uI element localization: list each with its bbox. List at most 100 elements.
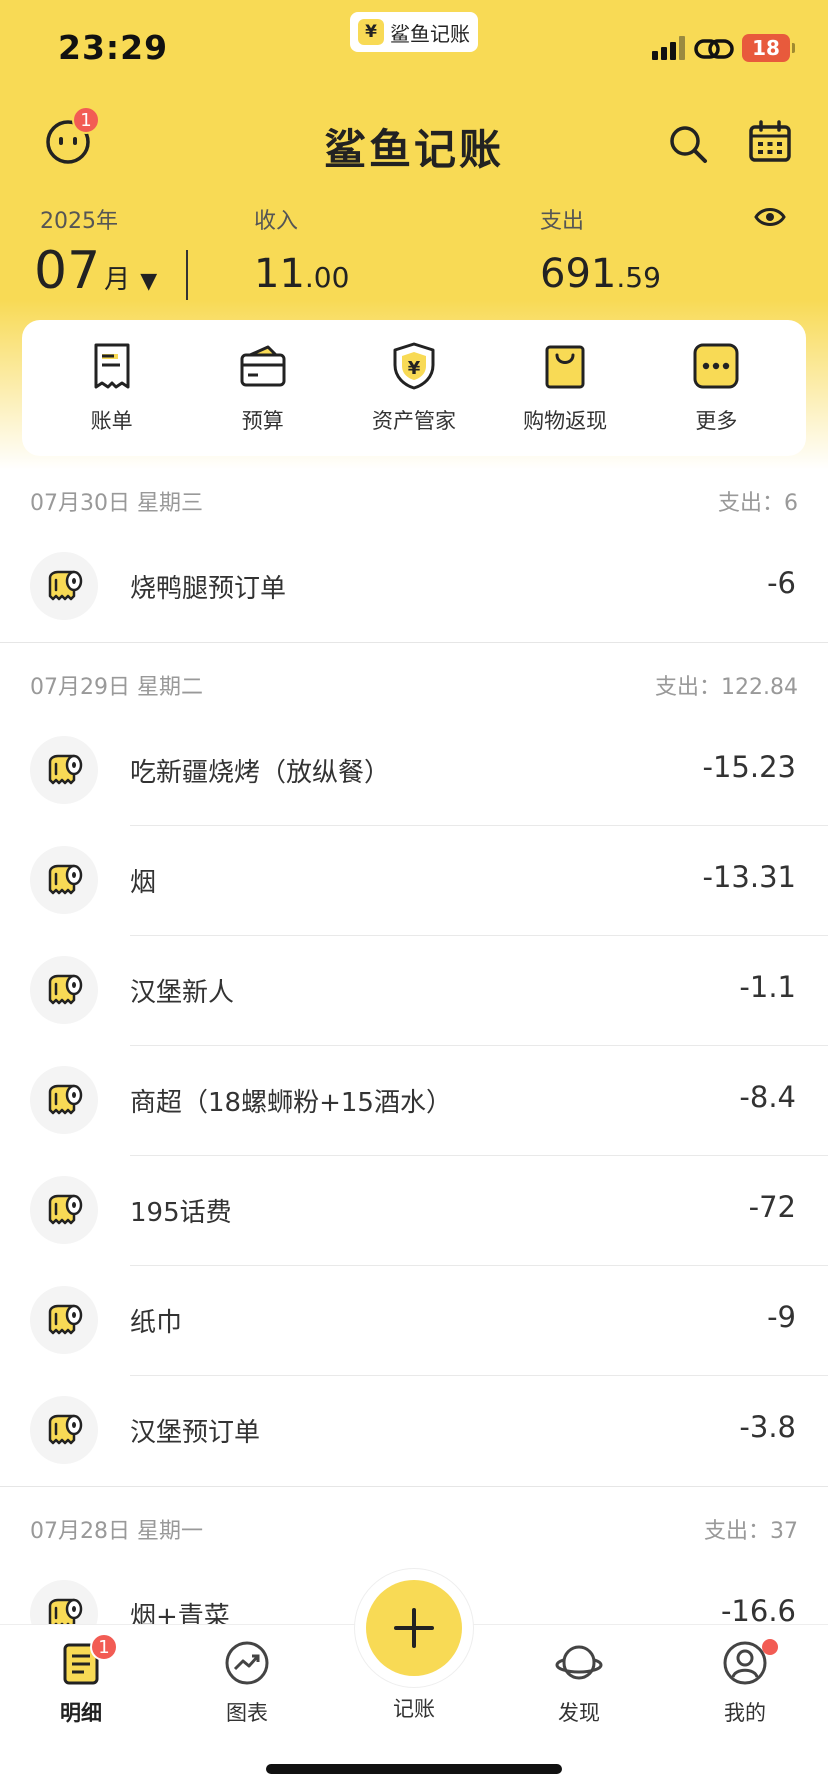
- expense-decimal: .59: [616, 261, 661, 294]
- status-bar: 23:29 ¥ 鲨鱼记账 18: [0, 0, 828, 100]
- toilet-paper-icon: [48, 974, 83, 1005]
- transaction-row[interactable]: 烧鸭腿预订单 -6: [0, 532, 828, 642]
- home-indicator: [266, 1764, 562, 1774]
- transaction-name: 195话费: [130, 1198, 232, 1228]
- tab-badge: 1: [90, 1633, 118, 1661]
- quick-label-assets: 资产管家: [371, 409, 456, 433]
- group-items: 烧鸭腿预订单 -6: [0, 532, 828, 642]
- expense-integer: 691: [540, 251, 617, 297]
- transaction-row[interactable]: 汉堡预订单 -3.8: [0, 1376, 828, 1486]
- month-number: 07: [34, 241, 101, 301]
- category-icon-circle: [30, 956, 98, 1024]
- transaction-amount: -72: [748, 1190, 796, 1224]
- category-icon-circle: [30, 846, 98, 914]
- group-date: 07月28日 星期一: [30, 1519, 203, 1544]
- day-group-header: 07月29日 星期二 支出：122.84: [0, 654, 828, 716]
- tab-discover[interactable]: 发现: [524, 1639, 634, 1727]
- tab-chart[interactable]: 图表: [192, 1639, 302, 1727]
- tab-profile[interactable]: 我的: [690, 1639, 800, 1727]
- quick-label-cashback: 购物返现: [523, 409, 608, 433]
- group-separator: [0, 1486, 828, 1498]
- category-icon-circle: [30, 1176, 98, 1244]
- transaction-name: 吃新疆烧烤（放纵餐）: [130, 758, 391, 788]
- income-label: 收入: [254, 209, 299, 234]
- tab-label-record: 记账: [393, 1697, 435, 1721]
- group-date: 07月29日 星期二: [30, 675, 203, 700]
- caret-down-icon: ▼: [140, 269, 158, 294]
- group-items: 吃新疆烧烤（放纵餐） -15.23 烟 -13.31 汉堡新人 -1.1 商超（…: [0, 716, 828, 1486]
- bill-icon: [94, 343, 130, 389]
- tab-record[interactable]: 记账: [359, 1683, 469, 1723]
- app-logo-icon: ¥: [358, 19, 384, 45]
- transaction-name: 汉堡新人: [130, 978, 235, 1008]
- app-indicator-pill[interactable]: ¥ 鲨鱼记账: [350, 12, 478, 52]
- transaction-row[interactable]: 195话费 -72: [0, 1156, 828, 1266]
- transaction-row[interactable]: 吃新疆烧烤（放纵餐） -15.23: [0, 716, 828, 826]
- transaction-amount: -6: [767, 566, 796, 600]
- battery-indicator: 18: [742, 34, 790, 62]
- calendar-icon[interactable]: [746, 118, 794, 166]
- expense-value: 691.59: [540, 251, 661, 297]
- tab-label-profile: 我的: [724, 1701, 766, 1725]
- year-label: 2025年: [40, 209, 118, 234]
- income-integer: 11: [254, 251, 305, 297]
- transaction-row[interactable]: 纸巾 -9: [0, 1266, 828, 1376]
- toilet-paper-icon: [48, 1084, 83, 1115]
- day-group: 07月29日 星期二 支出：122.84 吃新疆烧烤（放纵餐） -15.23 烟: [0, 654, 828, 1486]
- quick-label-bill: 账单: [90, 409, 133, 433]
- eye-icon[interactable]: [754, 201, 786, 233]
- category-icon-circle: [30, 1066, 98, 1134]
- quick-item-budget[interactable]: 预算: [193, 341, 333, 435]
- category-icon-circle: [30, 552, 98, 620]
- month-picker[interactable]: 07 月 ▼: [34, 241, 157, 301]
- wallet-icon: [240, 345, 286, 387]
- month-summary: 2025年 07 月 ▼ 收入 11.00 支出 691.59: [0, 195, 828, 305]
- transaction-name: 烟: [130, 868, 157, 898]
- cellular-signal-icon: [652, 36, 688, 60]
- summary-divider: [186, 250, 188, 300]
- transaction-amount: -8.4: [739, 1080, 796, 1114]
- search-icon[interactable]: [666, 122, 710, 166]
- transaction-amount: -13.31: [702, 860, 797, 894]
- transaction-row[interactable]: 烟 -13.31: [0, 826, 828, 936]
- expense-label: 支出: [540, 209, 585, 234]
- group-total: 支出：6: [718, 491, 798, 516]
- quick-item-assets[interactable]: ¥ 资产管家: [344, 341, 484, 435]
- plus-icon: [394, 1608, 434, 1648]
- add-record-button[interactable]: [366, 1580, 462, 1676]
- transaction-row[interactable]: 汉堡新人 -1.1: [0, 936, 828, 1046]
- transaction-row[interactable]: 商超（18螺蛳粉+15酒水） -8.4: [0, 1046, 828, 1156]
- planet-icon: [555, 1645, 603, 1680]
- day-group: 07月30日 星期三 支出：6 烧鸭腿预订单 -6: [0, 470, 828, 642]
- day-group-header: 07月30日 星期三 支出：6: [0, 470, 828, 532]
- transaction-name: 纸巾: [130, 1308, 183, 1338]
- income-value: 11.00: [254, 251, 349, 297]
- category-icon-circle: [30, 1286, 98, 1354]
- quick-item-cashback[interactable]: 购物返现: [495, 341, 635, 435]
- transaction-amount: -3.8: [739, 1410, 796, 1444]
- month-unit: 月: [104, 265, 131, 295]
- toilet-paper-icon: [48, 1304, 83, 1335]
- shield-yen-icon: ¥: [393, 342, 435, 390]
- transaction-amount: -15.23: [702, 750, 797, 784]
- toilet-paper-icon: [48, 570, 83, 601]
- link-icon: [694, 39, 734, 59]
- group-separator: [0, 642, 828, 654]
- transaction-list[interactable]: 07月30日 星期三 支出：6 烧鸭腿预订单 -6 07月29日 星期二 支出：…: [0, 470, 828, 1670]
- notification-dot: [762, 1639, 778, 1655]
- quick-item-more[interactable]: 更多: [646, 341, 786, 435]
- group-date: 07月30日 星期三: [30, 491, 203, 516]
- quick-menu-card: 账单 预算 ¥ 资产管家 购物返现 更多: [22, 320, 806, 456]
- status-time: 23:29: [58, 28, 169, 67]
- tab-label-chart: 图表: [226, 1701, 268, 1725]
- category-icon-circle: [30, 736, 98, 804]
- transaction-amount: -16.6: [720, 1594, 796, 1628]
- quick-item-bill[interactable]: 账单: [42, 341, 182, 435]
- shopping-bag-icon: [545, 345, 585, 389]
- tab-detail[interactable]: 1 明细: [26, 1633, 136, 1727]
- toilet-paper-icon: [48, 754, 83, 785]
- transaction-name: 汉堡预订单: [130, 1418, 261, 1448]
- transaction-name: 商超（18螺蛳粉+15酒水）: [130, 1088, 452, 1118]
- toilet-paper-icon: [48, 864, 83, 895]
- tab-label-discover: 发现: [558, 1701, 600, 1725]
